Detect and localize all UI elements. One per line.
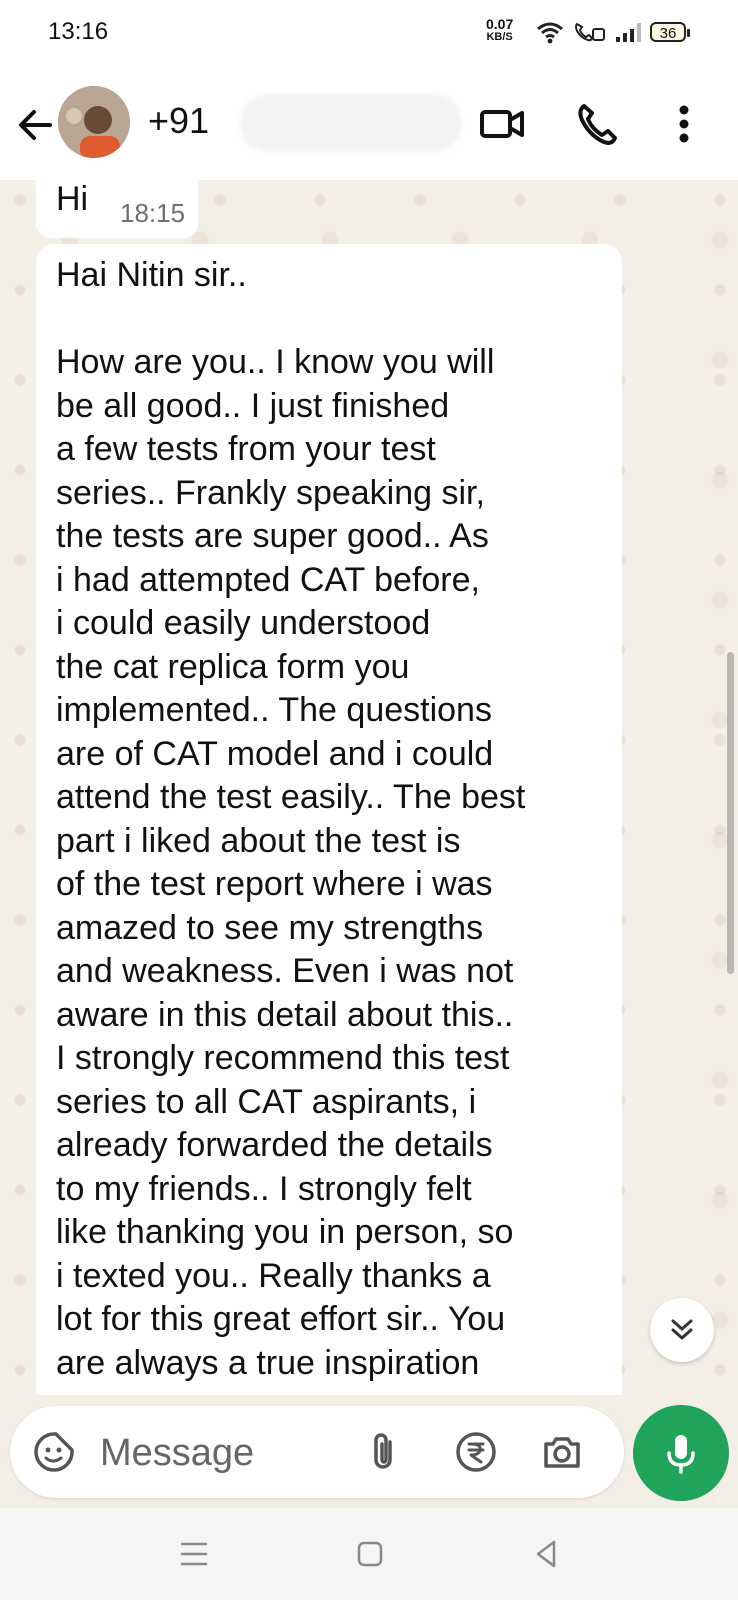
message-text: Hi (56, 180, 89, 218)
recent-apps-icon[interactable] (176, 1536, 212, 1572)
more-options-icon[interactable] (660, 100, 708, 148)
chat-header: +91 (0, 72, 738, 181)
wifi-calling-icon (575, 22, 605, 42)
mic-icon (667, 1435, 695, 1474)
chat-area[interactable]: Hi 18:15 Hai Nitin sir.. How are you.. I… (0, 180, 738, 1395)
scroll-to-bottom-button[interactable] (650, 1298, 714, 1362)
signal-icon (616, 23, 641, 42)
status-icons (536, 18, 646, 46)
status-bar: 13:16 0.07 KB/S 36 (0, 0, 738, 72)
contact-name[interactable]: +91 (148, 100, 209, 142)
network-speed-unit: KB/S (486, 31, 513, 43)
scrollbar[interactable] (727, 652, 734, 974)
network-speed: 0.07 KB/S (486, 16, 514, 44)
avatar[interactable] (58, 86, 130, 158)
message-composer (10, 1406, 624, 1498)
message-input[interactable] (98, 1424, 352, 1482)
camera-icon[interactable] (540, 1430, 584, 1474)
double-chevron-down-icon (671, 1319, 693, 1340)
redacted-number (240, 94, 462, 152)
message-text: Hai Nitin sir.. How are you.. I know you… (56, 256, 526, 1382)
voice-message-button[interactable] (633, 1405, 729, 1501)
wifi-icon (537, 22, 563, 44)
home-icon[interactable] (352, 1536, 388, 1572)
voice-call-icon[interactable] (574, 100, 622, 148)
back-nav-icon[interactable] (528, 1536, 564, 1572)
rupee-payment-icon[interactable] (454, 1430, 498, 1474)
network-speed-value: 0.07 (486, 16, 514, 32)
battery-indicator: 36 (650, 22, 690, 42)
avatar-photo (58, 86, 130, 158)
sticker-icon[interactable] (32, 1430, 76, 1474)
message-bubble[interactable]: Hi 18:15 (36, 180, 198, 238)
system-navigation-bar (0, 1508, 738, 1600)
attach-icon[interactable] (362, 1430, 406, 1474)
video-call-icon[interactable] (478, 100, 526, 148)
message-bubble[interactable]: Hai Nitin sir.. How are you.. I know you… (36, 244, 622, 1395)
message-time: 18:15 (120, 198, 186, 228)
status-time: 13:16 (48, 18, 109, 45)
back-arrow-icon[interactable] (14, 104, 56, 146)
